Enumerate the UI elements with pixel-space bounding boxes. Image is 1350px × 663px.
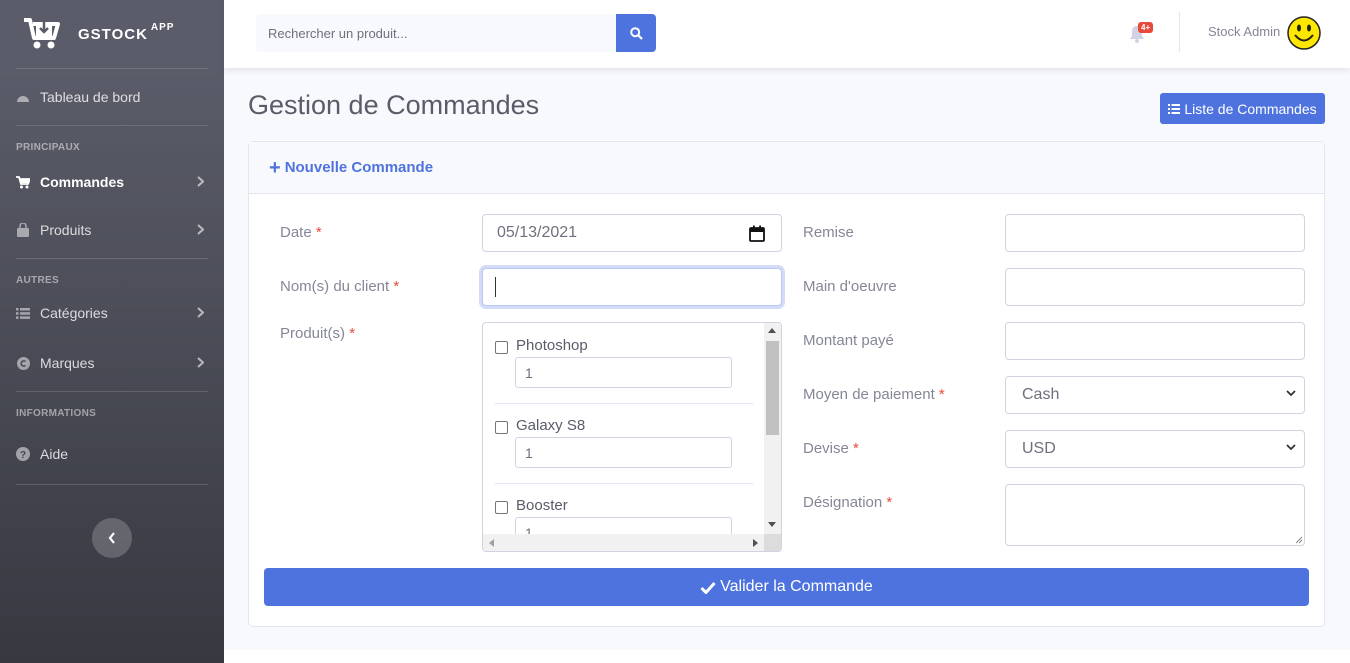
product-checkbox[interactable] (495, 341, 508, 354)
calendar-icon[interactable] (749, 225, 765, 242)
question-circle-icon: ? (16, 447, 30, 461)
sidebar-item-marques[interactable]: Marques (0, 335, 224, 391)
payment-method-value: Cash (1022, 386, 1060, 403)
notification-badge: 4+ (1138, 22, 1154, 33)
brand-name: GSTOCK APP (78, 22, 175, 43)
designation-label: Désignation * (803, 494, 893, 511)
scroll-left-icon[interactable] (489, 539, 494, 547)
footer (224, 650, 1350, 663)
vertical-scrollbar[interactable] (764, 323, 781, 536)
sidebar-item-label: Produits (40, 222, 92, 238)
product-separator (495, 403, 753, 404)
sidebar-item-label: Commandes (40, 174, 125, 190)
sidebar-item-aide[interactable]: ? Aide (0, 428, 224, 480)
client-name-input[interactable] (482, 268, 782, 306)
sidebar-item-label: Tableau de bord (40, 89, 141, 105)
client-label: Nom(s) du client * (280, 278, 400, 295)
products-label: Produit(s) * (280, 325, 356, 342)
sidebar-item-label: Marques (40, 355, 95, 371)
devise-label: Devise * (803, 440, 859, 457)
submit-order-label: Valider la Commande (720, 578, 873, 595)
list-orders-label: Liste de Commandes (1184, 100, 1317, 117)
montant-paye-input[interactable] (1005, 322, 1305, 360)
scrollbar-corner (764, 534, 781, 551)
text-caret (495, 277, 496, 297)
brand[interactable]: GSTOCK APP (0, 0, 224, 68)
product-qty-input[interactable]: 1 (515, 437, 732, 468)
scroll-right-icon[interactable] (753, 539, 758, 547)
chevron-right-icon (197, 224, 204, 235)
search-input[interactable] (256, 14, 616, 52)
chevron-left-icon (108, 532, 115, 544)
chevron-down-icon (1286, 390, 1296, 397)
submit-order-button[interactable]: Valider la Commande (264, 568, 1309, 606)
chevron-right-icon (197, 307, 204, 318)
payment-method-select[interactable]: Cash (1005, 376, 1305, 414)
sidebar-item-commandes[interactable]: Commandes (0, 162, 224, 202)
copyright-icon (16, 356, 30, 370)
remise-label: Remise (803, 224, 854, 241)
currency-select[interactable]: USD (1005, 430, 1305, 468)
product-name: Photoshop (516, 337, 588, 354)
smiley-avatar-icon[interactable] (1287, 16, 1321, 50)
sidebar-item-categories[interactable]: Catégories (0, 295, 224, 331)
search-icon (629, 26, 643, 40)
sidebar-toggle-button[interactable] (92, 518, 132, 558)
check-icon (700, 581, 716, 594)
user-name[interactable]: Stock Admin (1208, 24, 1280, 39)
product-list[interactable]: Photoshop 1 Galaxy S8 1 Booster 1 (482, 322, 782, 552)
main-oeuvre-input[interactable] (1005, 268, 1305, 306)
tachometer-icon (16, 90, 30, 104)
product-qty-input[interactable]: 1 (515, 357, 732, 388)
search-button[interactable] (616, 14, 656, 52)
designation-textarea[interactable] (1005, 484, 1305, 546)
chevron-down-icon (1286, 444, 1296, 451)
chevron-right-icon (197, 176, 204, 187)
paiement-label: Moyen de paiement * (803, 386, 945, 403)
date-input[interactable]: 05/13/2021 (482, 214, 782, 252)
sidebar-item-label: Catégories (40, 305, 108, 321)
list-icon (1168, 103, 1181, 114)
sidebar-heading: INFORMATIONS (16, 408, 97, 419)
currency-value: USD (1022, 440, 1056, 457)
product-name: Galaxy S8 (516, 417, 586, 434)
card-title: Nouvelle Commande (284, 159, 434, 176)
product-name: Booster (516, 497, 568, 514)
date-label: Date * (280, 224, 322, 241)
topbar: 4+ Stock Admin (224, 0, 1350, 68)
topbar-divider (1179, 12, 1180, 52)
resize-handle-icon[interactable] (1294, 535, 1303, 544)
product-checkbox[interactable] (495, 501, 508, 514)
date-value: 05/13/2021 (497, 224, 578, 241)
sidebar-item-label: Aide (40, 446, 69, 462)
main-oeuvre-label: Main d'oeuvre (803, 278, 897, 295)
sidebar-divider (16, 484, 208, 485)
horizontal-scrollbar[interactable] (483, 534, 764, 551)
remise-input[interactable] (1005, 214, 1305, 252)
vertical-scroll-thumb[interactable] (766, 341, 779, 435)
page-title: Gestion de Commandes (248, 90, 540, 120)
sidebar-heading: PRINCIPAUX (16, 142, 80, 153)
shopping-bag-icon (16, 223, 30, 237)
card-header: + Nouvelle Commande (249, 142, 1324, 194)
list-icon (16, 306, 30, 320)
plus-icon: + (269, 156, 281, 179)
list-orders-button[interactable]: Liste de Commandes (1160, 93, 1325, 124)
search-bar (256, 14, 656, 52)
cart-logo-icon (24, 18, 60, 49)
chevron-right-icon (197, 357, 204, 368)
scroll-up-icon[interactable] (768, 328, 776, 333)
svg-text:?: ? (20, 450, 26, 461)
sidebar: GSTOCK APP Tableau de bord PRINCIPAUX Com… (0, 0, 224, 663)
product-separator (495, 483, 753, 484)
scroll-down-icon[interactable] (768, 522, 776, 527)
sidebar-item-dashboard[interactable]: Tableau de bord (0, 69, 224, 125)
sidebar-item-produits[interactable]: Produits (0, 202, 224, 258)
product-checkbox[interactable] (495, 421, 508, 434)
sidebar-heading: AUTRES (16, 275, 59, 286)
cart-icon (16, 175, 30, 189)
montant-label: Montant payé (803, 332, 894, 349)
